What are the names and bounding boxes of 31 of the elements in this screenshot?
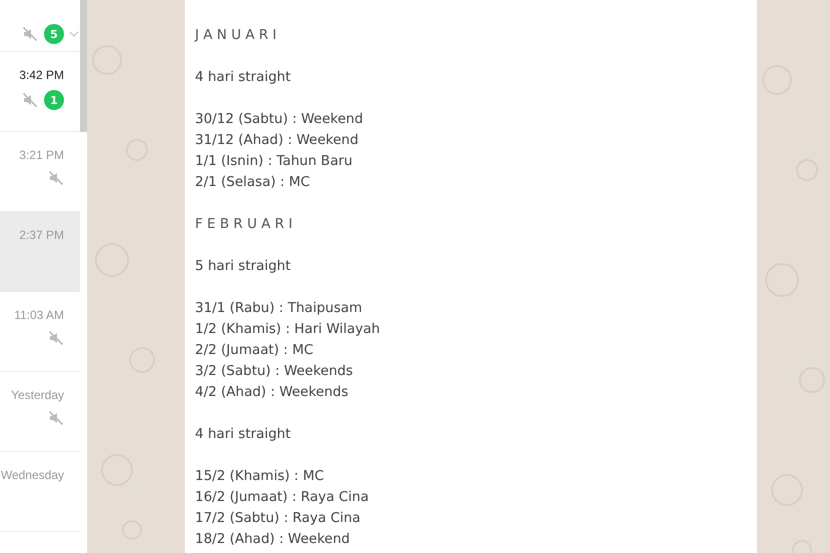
section-heading: F E B R U A R I xyxy=(195,215,294,234)
chat-time: Yesterday xyxy=(11,388,64,402)
chat-time: 3:21 PM xyxy=(19,148,64,162)
chat-item[interactable]: Wednesday xyxy=(0,452,80,532)
message-line: 4 hari straight xyxy=(195,68,292,87)
message-line: 1/2 (Khamis) : Hari Wilayah xyxy=(195,320,381,339)
message-line: 15/2 (Khamis) : MC xyxy=(195,467,325,486)
message-line: 3/2 (Sabtu) : Weekends xyxy=(195,362,354,381)
message-line: 30/12 (Sabtu) : Weekend xyxy=(195,110,364,129)
scrollbar[interactable] xyxy=(80,0,87,132)
section-heading: J A N U A R I xyxy=(195,26,278,45)
message-line: 4/2 (Ahad) : Weekends xyxy=(195,383,350,402)
message-line: 1/1 (Isnin) : Tahun Baru xyxy=(195,152,354,171)
message-line: 31/12 (Ahad) : Weekend xyxy=(195,131,360,150)
chat-time: 2:37 PM xyxy=(19,228,64,242)
message-line: 2/1 (Selasa) : MC xyxy=(195,173,311,192)
message-line: 16/2 (Jumaat) : Raya Cina xyxy=(195,488,370,507)
unread-count: 1 xyxy=(44,90,64,110)
message-line: 17/2 (Sabtu) : Raya Cina xyxy=(195,509,362,528)
chat-time: 3:42 PM xyxy=(19,68,64,82)
chat-time: Wednesday xyxy=(0,468,64,482)
chat-item[interactable]: 2:37 PM xyxy=(0,212,80,292)
message-line: 4 hari straight xyxy=(195,425,292,444)
message-line: 31/1 (Rabu) : Thaipusam xyxy=(195,299,364,318)
chat-time: 11:03 AM xyxy=(14,308,64,322)
chat-item[interactable]: 11:03 AM xyxy=(0,292,80,372)
unread-count: 5 xyxy=(44,24,64,44)
chat-item[interactable]: Yesterday xyxy=(0,372,80,452)
message-line: 2/2 (Jumaat) : MC xyxy=(195,341,314,360)
message-line: 5 hari straight xyxy=(195,257,292,276)
message-line: 18/2 (Ahad) : Weekend xyxy=(195,530,351,549)
